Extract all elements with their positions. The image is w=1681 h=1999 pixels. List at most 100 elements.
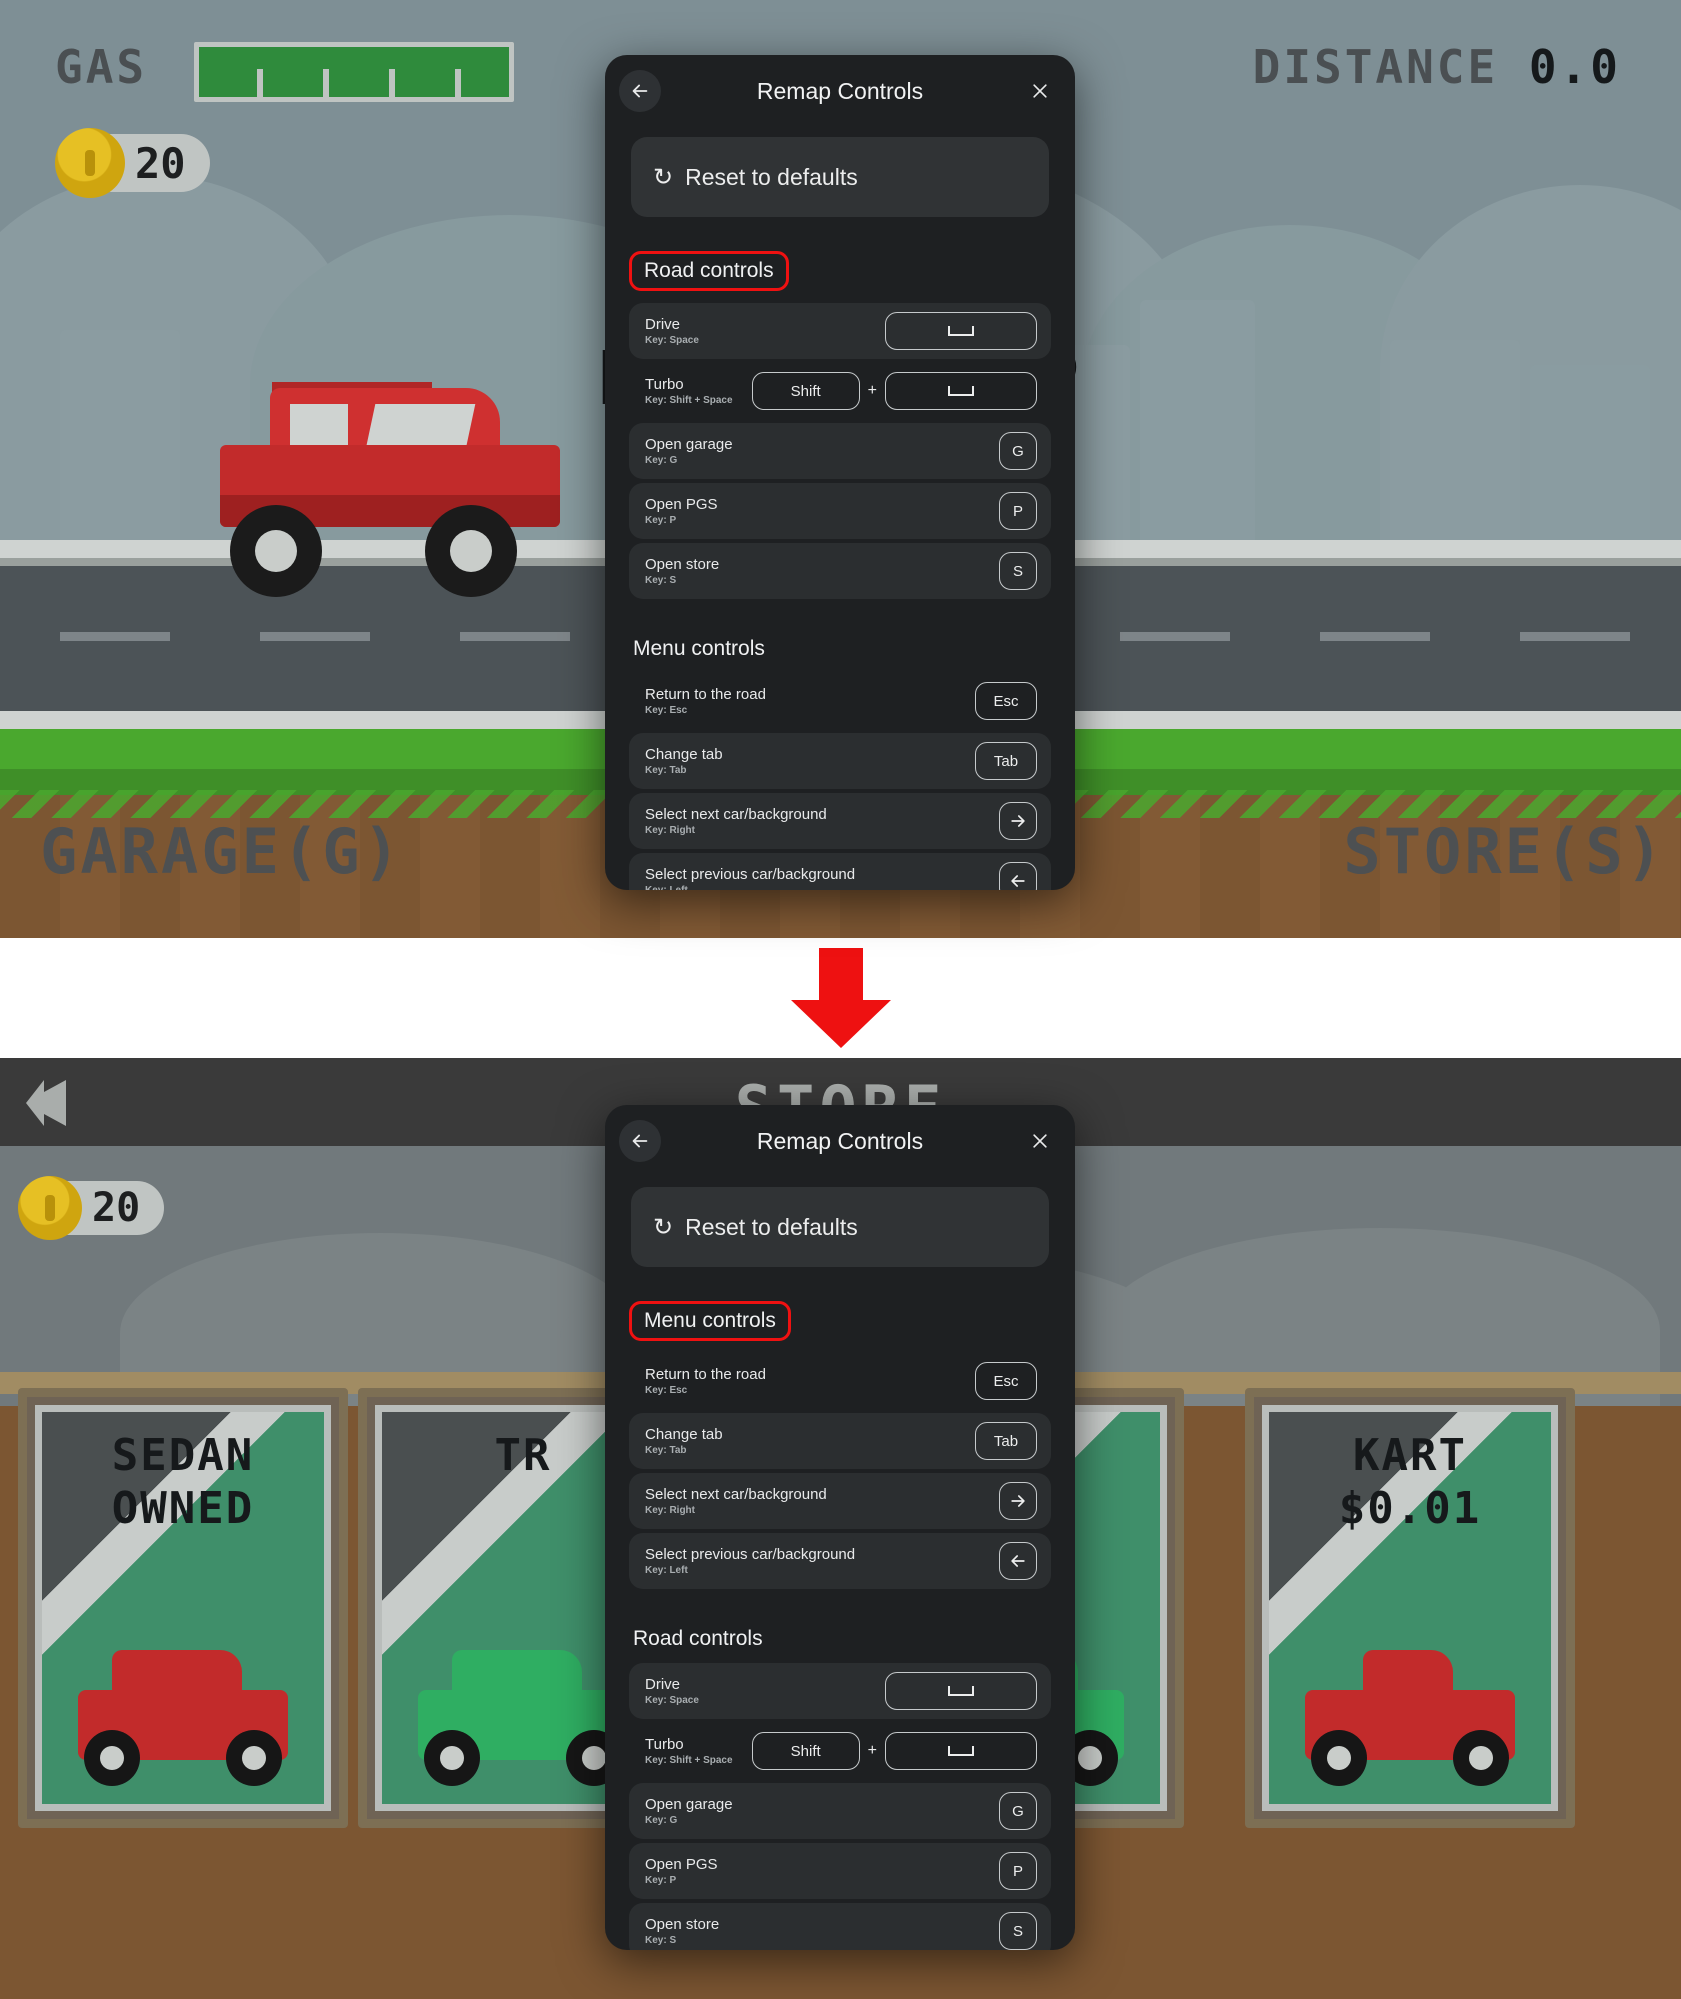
keybind-action-name: Return to the road xyxy=(645,1366,766,1383)
keybind-text: Drive Key: Space xyxy=(645,316,699,346)
key-button-space[interactable] xyxy=(885,1732,1037,1770)
key-button-g[interactable]: G xyxy=(999,1792,1037,1830)
keybind-row[interactable]: Open store Key: S S xyxy=(629,1903,1051,1950)
keybind-keys xyxy=(885,1672,1037,1710)
keybind-current-key: Key: Tab xyxy=(645,1445,687,1456)
dialog-header: Remap Controls xyxy=(605,1105,1075,1177)
key-button-arrow-left[interactable] xyxy=(999,1542,1037,1580)
keybind-action-name: Drive xyxy=(645,1676,681,1693)
close-icon[interactable] xyxy=(1019,1120,1061,1162)
road-lane-marking xyxy=(1520,632,1630,641)
keybind-keys: P xyxy=(999,492,1037,530)
key-button-shift[interactable]: Shift xyxy=(751,1732,860,1770)
key-button-tab[interactable]: Tab xyxy=(975,742,1037,780)
keybind-keys xyxy=(999,862,1037,890)
keybind-keys: Tab xyxy=(975,1422,1037,1460)
keybind-row[interactable]: Select previous car/background Key: Left xyxy=(629,853,1051,890)
keybind-text: Open PGS Key: P xyxy=(645,1856,718,1886)
keybind-row[interactable]: Change tab Key: Tab Tab xyxy=(629,1413,1051,1469)
back-arrow-icon[interactable] xyxy=(619,1120,661,1162)
keybind-current-key: Key: S xyxy=(645,1935,677,1946)
sections-container: Road controls Drive Key: Space Turbo Key: Sh… xyxy=(605,217,1075,890)
car-wheel xyxy=(425,505,517,597)
distance-label: DISTANCE xyxy=(1252,40,1499,94)
reset-to-defaults-label: Reset to defaults xyxy=(685,163,858,190)
space-bar-icon xyxy=(948,1686,974,1696)
keybind-text: Return to the road Key: Esc xyxy=(645,686,766,716)
keybind-row[interactable]: Drive Key: Space xyxy=(629,1663,1051,1719)
keybind-row[interactable]: Open PGS Key: P P xyxy=(629,1843,1051,1899)
keybind-row[interactable]: Open store Key: S S xyxy=(629,543,1051,599)
refresh-icon: ↻ xyxy=(653,163,674,191)
key-button-p[interactable]: P xyxy=(999,492,1037,530)
keybind-row[interactable]: Select next car/background Key: Right xyxy=(629,1473,1051,1529)
gas-meter-tick xyxy=(389,69,395,97)
key-button-arrow-right[interactable] xyxy=(999,1482,1037,1520)
keybind-row[interactable]: Open garage Key: G G xyxy=(629,1783,1051,1839)
distance-value: 0.0 xyxy=(1528,40,1621,94)
keybind-text: Open store Key: S xyxy=(645,556,719,586)
keybind-row[interactable]: Return to the road Key: Esc Esc xyxy=(629,673,1051,729)
section-title-menu-controls: Menu controls xyxy=(633,637,765,660)
keybind-row[interactable]: Open PGS Key: P P xyxy=(629,483,1051,539)
keybind-action-name: Select previous car/background xyxy=(645,866,856,883)
keybind-current-key: Key: G xyxy=(645,455,678,466)
store-entry-label[interactable]: STORE(S) xyxy=(1343,815,1666,888)
key-button-space[interactable] xyxy=(885,1672,1037,1710)
key-button-tab[interactable]: Tab xyxy=(975,1422,1037,1460)
key-button-arrow-right[interactable] xyxy=(999,802,1037,840)
remap-controls-dialog-bottom: Remap Controls ↻ Reset to defaults Menu … xyxy=(605,1105,1075,1950)
keybind-row[interactable]: Open garage Key: G G xyxy=(629,423,1051,479)
card-name: SEDAN xyxy=(111,1430,255,1481)
card-text: KART $0.01 xyxy=(1269,1430,1551,1536)
back-arrow-icon[interactable] xyxy=(619,70,661,112)
reset-to-defaults-button[interactable]: ↻ Reset to defaults xyxy=(631,1187,1049,1267)
card-car-graphic xyxy=(1305,1650,1515,1786)
gas-meter-tick xyxy=(323,69,329,97)
store-card-sedan[interactable]: SEDAN OWNED xyxy=(18,1388,348,1828)
key-button-space[interactable] xyxy=(885,372,1037,410)
keybind-text: Change tab Key: Tab xyxy=(645,746,723,776)
car-wheel xyxy=(230,505,322,597)
key-button-arrow-left[interactable] xyxy=(999,862,1037,890)
keybind-current-key: Key: Left xyxy=(645,885,855,890)
key-button-p[interactable]: P xyxy=(999,1852,1037,1890)
keybind-action-name: Change tab xyxy=(645,746,723,763)
key-button-esc[interactable]: Esc xyxy=(975,1362,1037,1400)
space-bar-icon xyxy=(948,386,974,396)
key-button-s[interactable]: S xyxy=(999,1912,1037,1950)
card-name: KART xyxy=(1353,1430,1467,1481)
key-button-shift[interactable]: Shift xyxy=(751,372,860,410)
keybind-row[interactable]: Drive Key: Space xyxy=(629,303,1051,359)
keybind-row[interactable]: Return to the road Key: Esc Esc xyxy=(629,1353,1051,1409)
garage-entry-label[interactable]: GARAGE(G) xyxy=(40,815,403,888)
store-card-kart[interactable]: KART $0.01 xyxy=(1245,1388,1575,1828)
section-title-road-controls: Road controls xyxy=(629,251,789,291)
distance-hud: DISTANCE 0.0 xyxy=(1253,40,1621,94)
keybind-keys: Shift + xyxy=(751,372,1037,410)
close-icon[interactable] xyxy=(1019,70,1061,112)
keybind-action-name: Open PGS xyxy=(645,496,718,513)
dialog-title: Remap Controls xyxy=(756,77,924,104)
keybind-text: Select previous car/background Key: Left xyxy=(645,1546,855,1576)
keybind-row[interactable]: Change tab Key: Tab Tab xyxy=(629,733,1051,789)
keybind-keys: S xyxy=(999,552,1037,590)
space-bar-icon xyxy=(948,1746,974,1756)
reset-to-defaults-button[interactable]: ↻ Reset to defaults xyxy=(631,137,1049,217)
space-bar-icon xyxy=(948,326,974,336)
keybind-action-name: Open PGS xyxy=(645,1856,718,1873)
key-button-g[interactable]: G xyxy=(999,432,1037,470)
keybind-row[interactable]: Turbo Key: Shift + Space Shift + xyxy=(629,1723,1051,1779)
reset-to-defaults-label: Reset to defaults xyxy=(685,1213,858,1240)
key-button-s[interactable]: S xyxy=(999,552,1037,590)
keybind-row[interactable]: Select next car/background Key: Right xyxy=(629,793,1051,849)
section-rows-road-controls: Drive Key: Space Turbo Key: Shift + Space Sh… xyxy=(629,303,1051,599)
key-button-space[interactable] xyxy=(885,312,1037,350)
keybind-action-name: Open store xyxy=(645,1916,720,1933)
key-button-esc[interactable]: Esc xyxy=(975,682,1037,720)
keybind-action-name: Open garage xyxy=(645,1796,733,1813)
keybind-row[interactable]: Select previous car/background Key: Left xyxy=(629,1533,1051,1589)
gas-meter-tick xyxy=(455,69,461,97)
keybind-keys: S xyxy=(999,1912,1037,1950)
keybind-row[interactable]: Turbo Key: Shift + Space Shift + xyxy=(629,363,1051,419)
